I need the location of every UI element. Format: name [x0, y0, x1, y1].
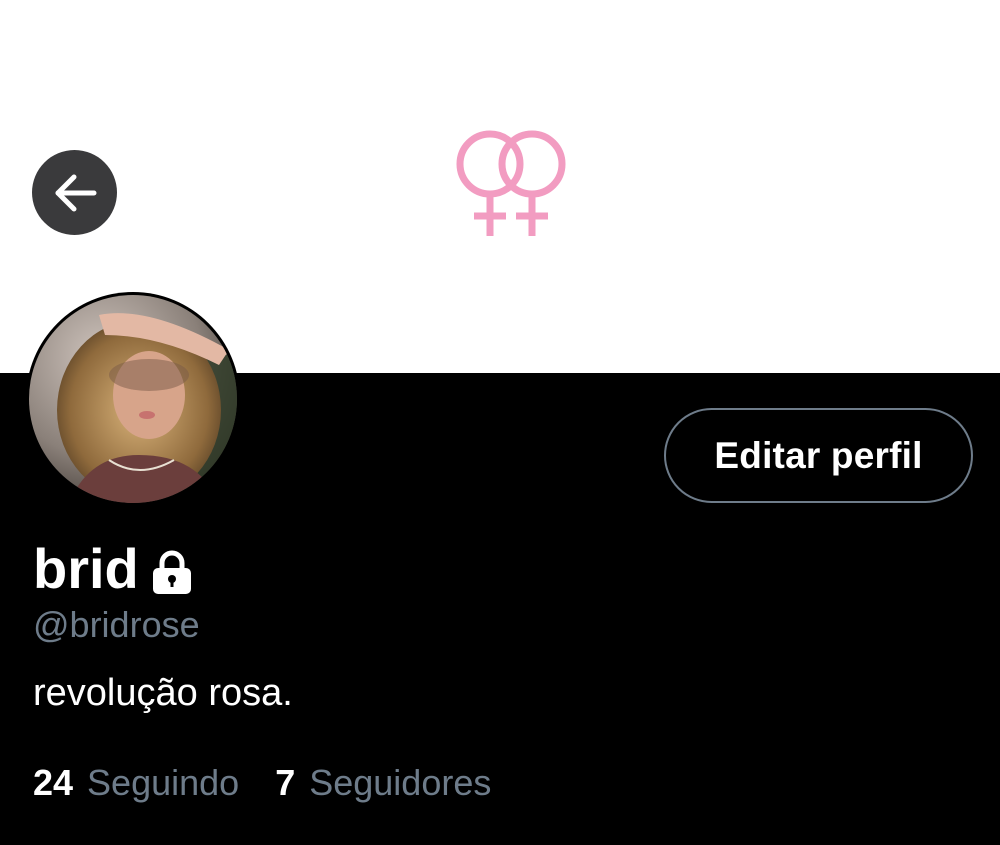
following-label: Seguindo [87, 762, 240, 803]
following-link[interactable]: 24 Seguindo [33, 762, 239, 804]
display-name-row: brid [33, 538, 193, 600]
following-count: 24 [33, 762, 74, 803]
followers-link[interactable]: 7 Seguidores [275, 762, 491, 804]
avatar-image [29, 295, 237, 503]
followers-label: Seguidores [309, 762, 492, 803]
edit-profile-label: Editar perfil [714, 434, 923, 476]
back-button[interactable] [32, 150, 117, 235]
profile-stats: 24 Seguindo 7 Seguidores [33, 762, 527, 804]
avatar[interactable] [26, 292, 240, 506]
profile-bio: revolução rosa. [33, 672, 293, 714]
display-name: brid [33, 537, 139, 600]
followers-count: 7 [275, 762, 296, 803]
arrow-left-icon [55, 174, 96, 211]
edit-profile-button[interactable]: Editar perfil [664, 408, 973, 503]
profile-handle: @bridrose [33, 604, 200, 645]
lock-icon [152, 550, 191, 594]
double-venus-icon [456, 130, 566, 236]
